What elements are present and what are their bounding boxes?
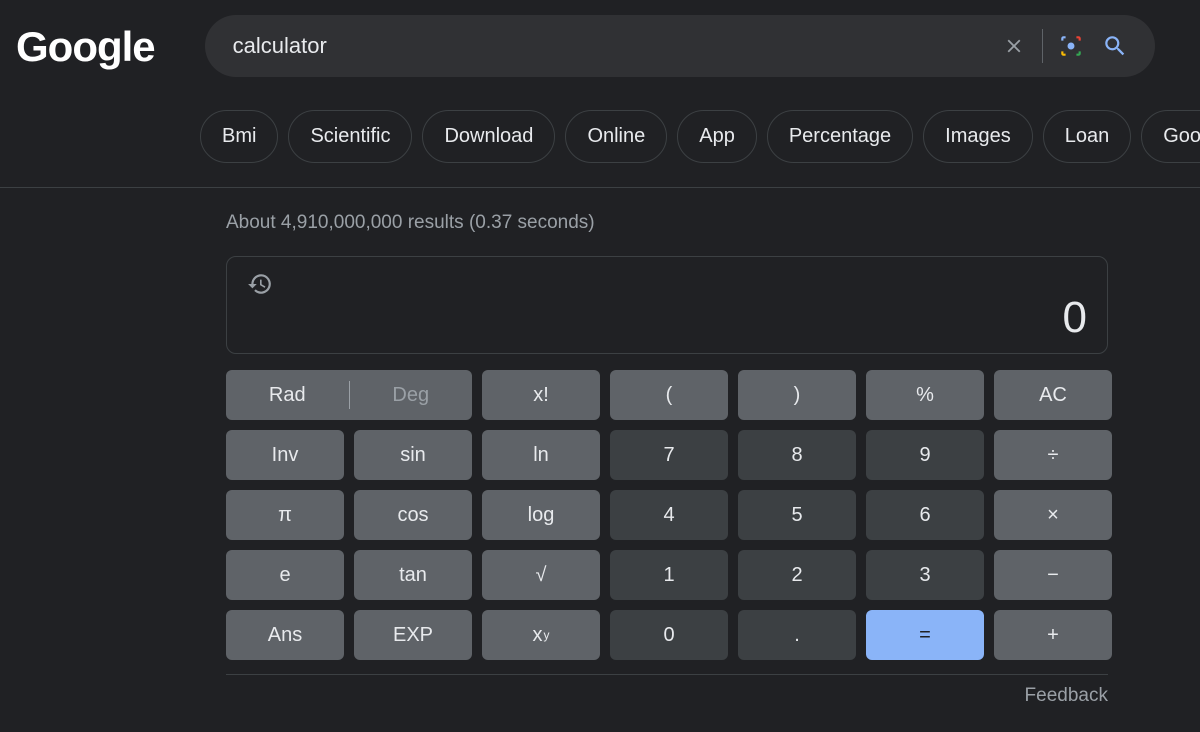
key-ac[interactable]: AC: [994, 370, 1112, 420]
key-3[interactable]: 3: [866, 550, 984, 600]
chip-images[interactable]: Images: [923, 110, 1033, 163]
history-icon[interactable]: [247, 271, 273, 297]
rad-option[interactable]: Rad: [226, 384, 349, 407]
chip-google[interactable]: Google: [1141, 110, 1200, 163]
lens-icon[interactable]: [1049, 24, 1093, 68]
key-e[interactable]: e: [226, 550, 344, 600]
search-box[interactable]: [205, 15, 1155, 77]
separator: [1042, 29, 1043, 63]
key-exp[interactable]: EXP: [354, 610, 472, 660]
key-1[interactable]: 1: [610, 550, 728, 600]
key-add[interactable]: +: [994, 610, 1112, 660]
key-sin[interactable]: sin: [354, 430, 472, 480]
clear-icon[interactable]: [992, 24, 1036, 68]
key-5[interactable]: 5: [738, 490, 856, 540]
key-dot[interactable]: .: [738, 610, 856, 660]
key-lparen[interactable]: (: [610, 370, 728, 420]
result-stats: About 4,910,000,000 results (0.37 second…: [226, 212, 1200, 234]
deg-option[interactable]: Deg: [350, 384, 473, 407]
key-6[interactable]: 6: [866, 490, 984, 540]
key-4[interactable]: 4: [610, 490, 728, 540]
key-2[interactable]: 2: [738, 550, 856, 600]
feedback-row: Feedback: [226, 674, 1108, 707]
key-log[interactable]: log: [482, 490, 600, 540]
key-9[interactable]: 9: [866, 430, 984, 480]
calculator-widget: 0 Rad Deg x! ( ) % AC Rad Deg x! (: [226, 256, 1108, 707]
key-ln[interactable]: ln: [482, 430, 600, 480]
key-cos[interactable]: cos: [354, 490, 472, 540]
key-rparen[interactable]: ): [738, 370, 856, 420]
search-input[interactable]: [233, 33, 992, 59]
key-multiply[interactable]: ×: [994, 490, 1112, 540]
key-ans[interactable]: Ans: [226, 610, 344, 660]
key-tan[interactable]: tan: [354, 550, 472, 600]
key-power[interactable]: xy: [482, 610, 600, 660]
key-pi[interactable]: π: [226, 490, 344, 540]
key-0[interactable]: 0: [610, 610, 728, 660]
chip-online[interactable]: Online: [565, 110, 667, 163]
key-percent[interactable]: %: [866, 370, 984, 420]
key-8[interactable]: 8: [738, 430, 856, 480]
calc-display-value: 0: [1063, 293, 1087, 343]
key-factorial[interactable]: x!: [482, 370, 600, 420]
chip-app[interactable]: App: [677, 110, 757, 163]
key-divide[interactable]: ÷: [994, 430, 1112, 480]
key-subtract[interactable]: −: [994, 550, 1112, 600]
key-7[interactable]: 7: [610, 430, 728, 480]
calc-display: 0: [226, 256, 1108, 354]
chip-bmi[interactable]: Bmi: [200, 110, 278, 163]
rad-deg-toggle[interactable]: Rad Deg: [226, 370, 472, 420]
search-icon[interactable]: [1093, 24, 1137, 68]
google-logo[interactable]: Google: [16, 23, 155, 71]
chip-download[interactable]: Download: [422, 110, 555, 163]
chip-scientific[interactable]: Scientific: [288, 110, 412, 163]
feedback-link[interactable]: Feedback: [1025, 685, 1108, 706]
related-chips: Bmi Scientific Download Online App Perce…: [0, 92, 1200, 188]
key-inv[interactable]: Inv: [226, 430, 344, 480]
chip-percentage[interactable]: Percentage: [767, 110, 913, 163]
chip-loan[interactable]: Loan: [1043, 110, 1132, 163]
key-sqrt[interactable]: √: [482, 550, 600, 600]
key-equals[interactable]: =: [866, 610, 984, 660]
